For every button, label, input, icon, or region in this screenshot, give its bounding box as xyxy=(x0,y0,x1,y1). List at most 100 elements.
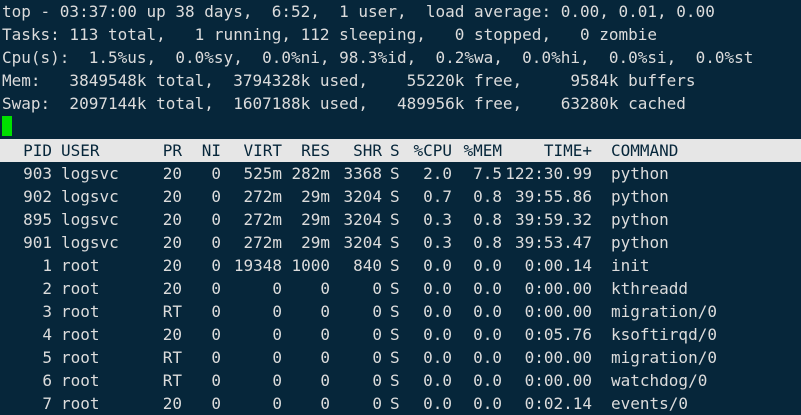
terminal-cursor[interactable] xyxy=(2,116,12,136)
time-cell: 39:59.32 xyxy=(514,210,592,229)
cpu-line: Cpu(s): 1.5%us, 0.0%sy, 0.0%ni, 98.3%id,… xyxy=(2,48,754,67)
time-cell: 0:00.00 xyxy=(524,302,592,321)
cpu-cell: 0.0 xyxy=(423,371,452,390)
res-cell: 0 xyxy=(320,302,330,321)
mem-cell: 0.0 xyxy=(473,302,502,321)
mem-cell: 0.0 xyxy=(473,348,502,367)
mem-cell: 0.0 xyxy=(473,325,502,344)
pid-cell: 7 xyxy=(42,394,52,413)
cpu-cell: 0.3 xyxy=(423,210,452,229)
terminal-window[interactable]: top - 03:37:00 up 38 days, 6:52, 1 user,… xyxy=(0,0,801,415)
time-cell: 0:02.14 xyxy=(524,394,592,413)
mem-cell: 0.0 xyxy=(473,256,502,275)
time-cell: 0:00.00 xyxy=(524,371,592,390)
shr-cell: 3368 xyxy=(343,164,382,183)
shr-cell: 0 xyxy=(372,394,382,413)
res-cell: 29m xyxy=(301,210,330,229)
nice-cell: 0 xyxy=(211,210,221,229)
user-cell: root xyxy=(61,302,100,321)
shr-cell: 0 xyxy=(372,348,382,367)
nice-cell: 0 xyxy=(211,394,221,413)
state-cell: S xyxy=(390,325,400,344)
process-row: 901 logsvc 20 0 272m 29m 3204 S 0.3 0.8 39:53.47 py… xyxy=(0,231,801,254)
pid-cell: 5 xyxy=(42,348,52,367)
command-cell: python xyxy=(611,164,669,183)
virt-cell: 525m xyxy=(243,164,282,183)
virt-cell: 19348 xyxy=(233,256,282,275)
mem-cell: 7.5 xyxy=(473,164,502,183)
command-cell: python xyxy=(611,233,669,252)
res-cell: 29m xyxy=(301,233,330,252)
mem-cell: 0.8 xyxy=(473,187,502,206)
mem-cell: 0.0 xyxy=(473,394,502,413)
res-cell: 0 xyxy=(320,325,330,344)
shr-cell: 0 xyxy=(372,279,382,298)
cpu-cell: 0.7 xyxy=(423,187,452,206)
col-header-cpu: %CPU xyxy=(413,141,452,160)
command-cell: migration/0 xyxy=(611,348,717,367)
shr-cell: 0 xyxy=(372,371,382,390)
priority-cell: 20 xyxy=(162,394,182,413)
cpu-cell: 0.0 xyxy=(423,279,452,298)
time-cell: 0:00.00 xyxy=(524,279,592,298)
priority-cell: 20 xyxy=(162,279,182,298)
res-cell: 282m xyxy=(291,164,330,183)
time-cell: 0:00.14 xyxy=(524,256,592,275)
pid-cell: 6 xyxy=(42,371,52,390)
user-cell: root xyxy=(61,325,100,344)
user-cell: logsvc xyxy=(61,164,119,183)
mem-cell: 0.8 xyxy=(473,233,502,252)
res-cell: 0 xyxy=(320,348,330,367)
command-cell: events/0 xyxy=(611,394,689,413)
uptime-line: top - 03:37:00 up 38 days, 6:52, 1 user,… xyxy=(2,2,715,21)
process-row: 903 logsvc 20 0 525m 282m 3368 S 2.0 7.5 122:30.99… xyxy=(0,162,801,185)
user-cell: root xyxy=(61,371,100,390)
res-cell: 0 xyxy=(320,279,330,298)
pid-cell: 2 xyxy=(42,279,52,298)
process-row: 902 logsvc 20 0 272m 29m 3204 S 0.7 0.8 39:55.86 py… xyxy=(0,185,801,208)
priority-cell: 20 xyxy=(162,233,182,252)
priority-cell: RT xyxy=(162,371,182,390)
command-cell: watchdog/0 xyxy=(611,371,708,390)
col-header-virt: VIRT xyxy=(243,141,282,160)
state-cell: S xyxy=(390,164,400,183)
state-cell: S xyxy=(390,187,400,206)
shr-cell: 3204 xyxy=(343,210,382,229)
col-header-shr: SHR xyxy=(353,141,382,160)
state-cell: S xyxy=(390,256,400,275)
command-cell: python xyxy=(611,187,669,206)
nice-cell: 0 xyxy=(211,187,221,206)
time-cell: 0:00.00 xyxy=(524,348,592,367)
state-cell: S xyxy=(390,394,400,413)
user-cell: root xyxy=(61,348,100,367)
command-cell: ksoftirqd/0 xyxy=(611,325,717,344)
shr-cell: 840 xyxy=(353,256,382,275)
user-cell: logsvc xyxy=(61,210,119,229)
priority-cell: RT xyxy=(162,302,182,321)
state-cell: S xyxy=(390,302,400,321)
virt-cell: 272m xyxy=(243,233,282,252)
mem-cell: 0.0 xyxy=(473,279,502,298)
user-cell: root xyxy=(61,279,100,298)
cpu-cell: 0.0 xyxy=(423,302,452,321)
virt-cell: 0 xyxy=(272,371,282,390)
user-cell: logsvc xyxy=(61,233,119,252)
command-cell: init xyxy=(611,256,650,275)
pid-cell: 901 xyxy=(23,233,52,252)
virt-cell: 0 xyxy=(272,302,282,321)
col-header-time: TIME+ xyxy=(543,141,592,160)
process-row: 3 root RT 0 0 0 0 S 0.0 0.0 0:00.00 migration/0 xyxy=(0,300,801,323)
cpu-cell: 2.0 xyxy=(423,164,452,183)
virt-cell: 0 xyxy=(272,348,282,367)
process-row: 1 root 20 0 19348 1000 840 S 0.0 0.0 0:00.14 init xyxy=(0,254,801,277)
col-header-pid: PID xyxy=(23,141,52,160)
shr-cell: 0 xyxy=(372,302,382,321)
pid-cell: 895 xyxy=(23,210,52,229)
tasks-line: Tasks: 113 total, 1 running, 112 sleepin… xyxy=(2,25,658,44)
mem-line: Mem: 3849548k total, 3794328k used, 5522… xyxy=(2,71,696,90)
nice-cell: 0 xyxy=(211,348,221,367)
mem-cell: 0.8 xyxy=(473,210,502,229)
user-cell: logsvc xyxy=(61,187,119,206)
cpu-cell: 0.3 xyxy=(423,233,452,252)
col-header-command: COMMAND xyxy=(611,141,679,160)
